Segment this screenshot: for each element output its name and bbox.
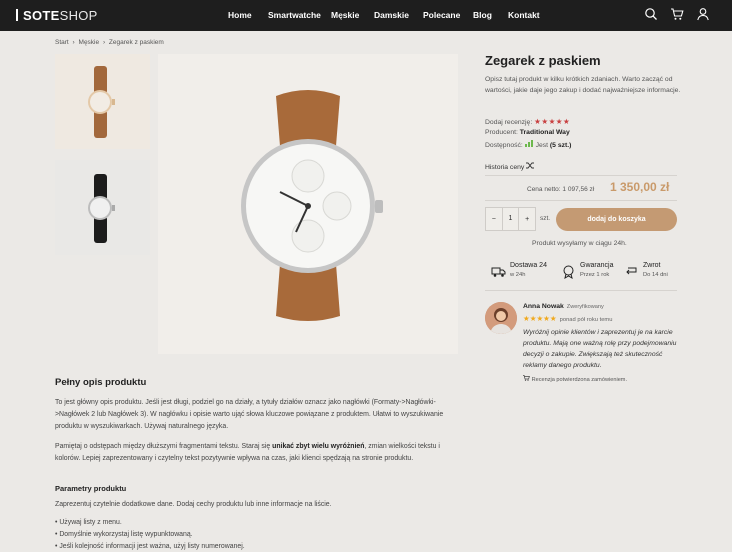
price-history[interactable]: Historia ceny (485, 162, 535, 171)
nav-blog[interactable]: Blog (473, 10, 492, 20)
shuffle-icon (526, 162, 535, 169)
header-icons (644, 7, 710, 21)
feature-delivery: Dostawa 24 w 24h (491, 262, 547, 279)
list-item: Jeśli kolejność informacji jest ważna, u… (55, 541, 244, 552)
feature-return: Zwrot Do 14 dni (624, 262, 668, 279)
review-row: Dodaj recenzję: ★★★★★ (485, 117, 570, 126)
divider (485, 200, 677, 201)
nav-smartwatche[interactable]: Smartwatche (268, 10, 321, 20)
cart-icon[interactable] (670, 7, 684, 21)
quantity-input[interactable]: 1 (501, 208, 520, 230)
review-confirmed-text: Recenzja potwierdzona zamówieniem. (531, 377, 628, 383)
feature-guarantee: Gwarancja Przez 1 rok (561, 262, 613, 279)
rating-stars[interactable]: ★★★★★ (534, 117, 570, 126)
breadcrumb-meskie[interactable]: Męskie (79, 39, 100, 46)
p2-bold: unikać zbyt wielu wyróżnień (272, 443, 365, 450)
nav-kontakt[interactable]: Kontakt (508, 10, 540, 20)
availability-value: Jest (535, 142, 549, 149)
product-short-description: Opisz tutaj produkt w kilku krótkich zda… (485, 76, 681, 94)
description-paragraph-2: Pamiętaj o odstępach między dłuższymi fr… (55, 441, 455, 465)
main-nav: Home Smartwatche Męskie Damskie Polecane… (0, 10, 732, 24)
p2-start: Pamiętaj o odstępach między dłuższymi fr… (55, 443, 273, 450)
review-confirmed: Recenzja potwierdzona zamówieniem. (523, 375, 627, 383)
net-price: Cena netto: 1 097,56 zł (527, 186, 595, 193)
full-description-title: Pełny opis produktu (55, 377, 147, 388)
quantity-decrease-button[interactable]: − (486, 216, 502, 223)
breadcrumb-start[interactable]: Start (55, 39, 69, 46)
producer-row: Producent: Traditional Way (485, 129, 570, 136)
add-to-cart-button[interactable]: dodaj do koszyka (556, 208, 677, 231)
feature-return-sub: Do 14 dni (643, 272, 668, 278)
thumbnail-brown-watch[interactable] (55, 54, 150, 149)
review-text: Wyróżnij opinie klientów i zaprezentuj j… (523, 329, 677, 369)
producer-label: Producent: (485, 129, 518, 136)
return-icon (626, 267, 637, 275)
feature-guarantee-sub: Przez 1 rok (580, 272, 610, 278)
divider (485, 175, 677, 176)
nav-home[interactable]: Home (228, 10, 252, 20)
user-icon[interactable] (696, 7, 710, 21)
quantity-increase-button[interactable]: + (519, 216, 535, 223)
reviewer-name: Anna Nowak Zweryfikowany (523, 303, 604, 310)
cart-small-icon (523, 375, 530, 381)
review-stars: ★★★★★ ponad pół roku temu (523, 314, 613, 323)
review-date: ponad pół roku temu (559, 317, 613, 323)
quantity-stepper: − 1 + (485, 207, 536, 231)
description-paragraph-1: To jest główny opis produktu. Jeśli jest… (55, 399, 444, 430)
feature-delivery-title: Dostawa 24 (510, 262, 547, 269)
guarantee-icon (563, 265, 574, 279)
breadcrumb-current: Zegarek z paskiem (108, 39, 164, 46)
breadcrumb-separator: › (72, 39, 75, 46)
reviewer-name-text: Anna Nowak (523, 303, 564, 310)
parameters-text: Zaprezentuj czytelnie dodatkowe dane. Do… (55, 501, 332, 508)
producer-link[interactable]: Traditional Way (520, 129, 570, 136)
feature-delivery-sub: w 24h (510, 272, 526, 278)
search-icon[interactable] (644, 7, 658, 21)
stock-count: (5 szt.) (549, 142, 572, 149)
breadcrumb-separator: › (102, 39, 106, 46)
main-product-image[interactable] (158, 54, 458, 354)
list-item: Domyślnie wykorzystaj listę wypunktowaną… (55, 529, 245, 541)
divider (485, 290, 677, 291)
feature-guarantee-title: Gwarancja (580, 262, 614, 269)
nav-damskie[interactable]: Damskie (374, 10, 409, 20)
nav-polecane[interactable]: Polecane (423, 10, 460, 20)
verified-label: Zweryfikowany (566, 304, 604, 310)
product-title: Zegarek z paskiem (485, 53, 601, 68)
feature-return-title: Zwrot (643, 262, 661, 269)
thumbnail-black-watch[interactable] (55, 160, 150, 255)
availability-label: Dostępność: (485, 142, 523, 149)
breadcrumb: Start › Męskie › Zegarek z paskiem (55, 39, 166, 46)
truck-icon (491, 267, 506, 277)
list-item: Używaj listy z menu. (55, 517, 245, 529)
price-history-label: Historia ceny (485, 164, 525, 171)
parameters-list: Używaj listy z menu. Domyślnie wykorzyst… (55, 517, 245, 552)
availability-row: Dostępność: Jest (5 szt.) (485, 140, 571, 149)
shipping-note: Produkt wysyłamy w ciągu 24h. (532, 240, 627, 247)
nav-meskie[interactable]: Męskie (331, 10, 359, 20)
quantity-unit: szt. (540, 215, 551, 222)
signal-icon (524, 140, 533, 147)
top-navbar: SOTESHOP Home Smartwatche Męskie Damskie… (0, 0, 732, 31)
reviewer-avatar (485, 302, 517, 334)
product-price: 1 350,00 zł (610, 180, 670, 194)
parameters-title: Parametry produktu (55, 484, 127, 493)
review-label: Dodaj recenzję: (485, 119, 533, 126)
